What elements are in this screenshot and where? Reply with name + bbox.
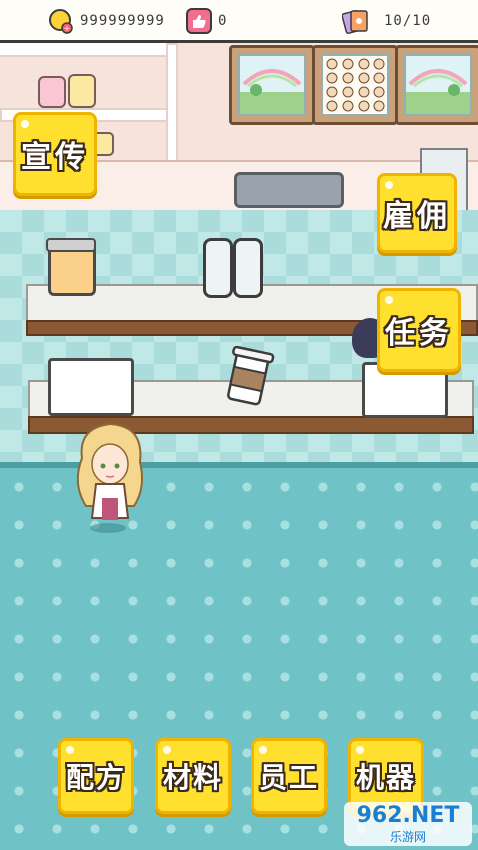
materials-button[interactable]: 材料 xyxy=(155,738,231,814)
recipes-button[interactable]: 配方 xyxy=(58,738,134,814)
coins-stat: + 999999999 xyxy=(48,8,165,34)
sink xyxy=(234,172,344,208)
promote-button[interactable]: 宣传 xyxy=(13,112,97,196)
svg-text:+: + xyxy=(64,24,71,33)
milk-bottle xyxy=(233,238,263,298)
player-character[interactable] xyxy=(70,418,154,536)
ticket-cards-icon xyxy=(342,9,368,35)
coins-value: 999999999 xyxy=(80,13,165,29)
coffee-cup-icon[interactable] xyxy=(220,346,276,412)
watermark-main: 962.NET xyxy=(356,803,460,828)
tasks-button[interactable]: 任务 xyxy=(377,288,461,372)
staff-button[interactable]: 员工 xyxy=(251,738,327,814)
likes-stat: 0 xyxy=(186,8,227,34)
thumbs-up-icon xyxy=(186,8,212,34)
cash-register xyxy=(48,358,134,416)
menu-board-items xyxy=(326,58,385,112)
landscape-painting xyxy=(406,69,470,114)
jar-pink xyxy=(38,76,66,108)
upper-shelf xyxy=(0,43,172,57)
likes-value: 0 xyxy=(218,13,228,29)
milk-bottle xyxy=(203,238,233,298)
window-left xyxy=(229,45,315,125)
watermark: 962.NET 乐游网 xyxy=(344,802,472,846)
tickets-value: 10/10 xyxy=(384,13,432,29)
menu-board xyxy=(312,45,398,125)
tickets-stat: 10/10 xyxy=(342,8,432,35)
landscape-painting xyxy=(240,69,304,114)
shelf-post xyxy=(166,43,178,165)
coin-icon: + xyxy=(49,9,73,34)
window-right xyxy=(395,45,478,125)
hire-button[interactable]: 雇佣 xyxy=(377,173,457,253)
dispenser-lid xyxy=(46,238,96,252)
jar-yellow xyxy=(68,74,96,108)
player-sprite xyxy=(76,422,143,533)
watermark-sub: 乐游网 xyxy=(389,830,426,844)
